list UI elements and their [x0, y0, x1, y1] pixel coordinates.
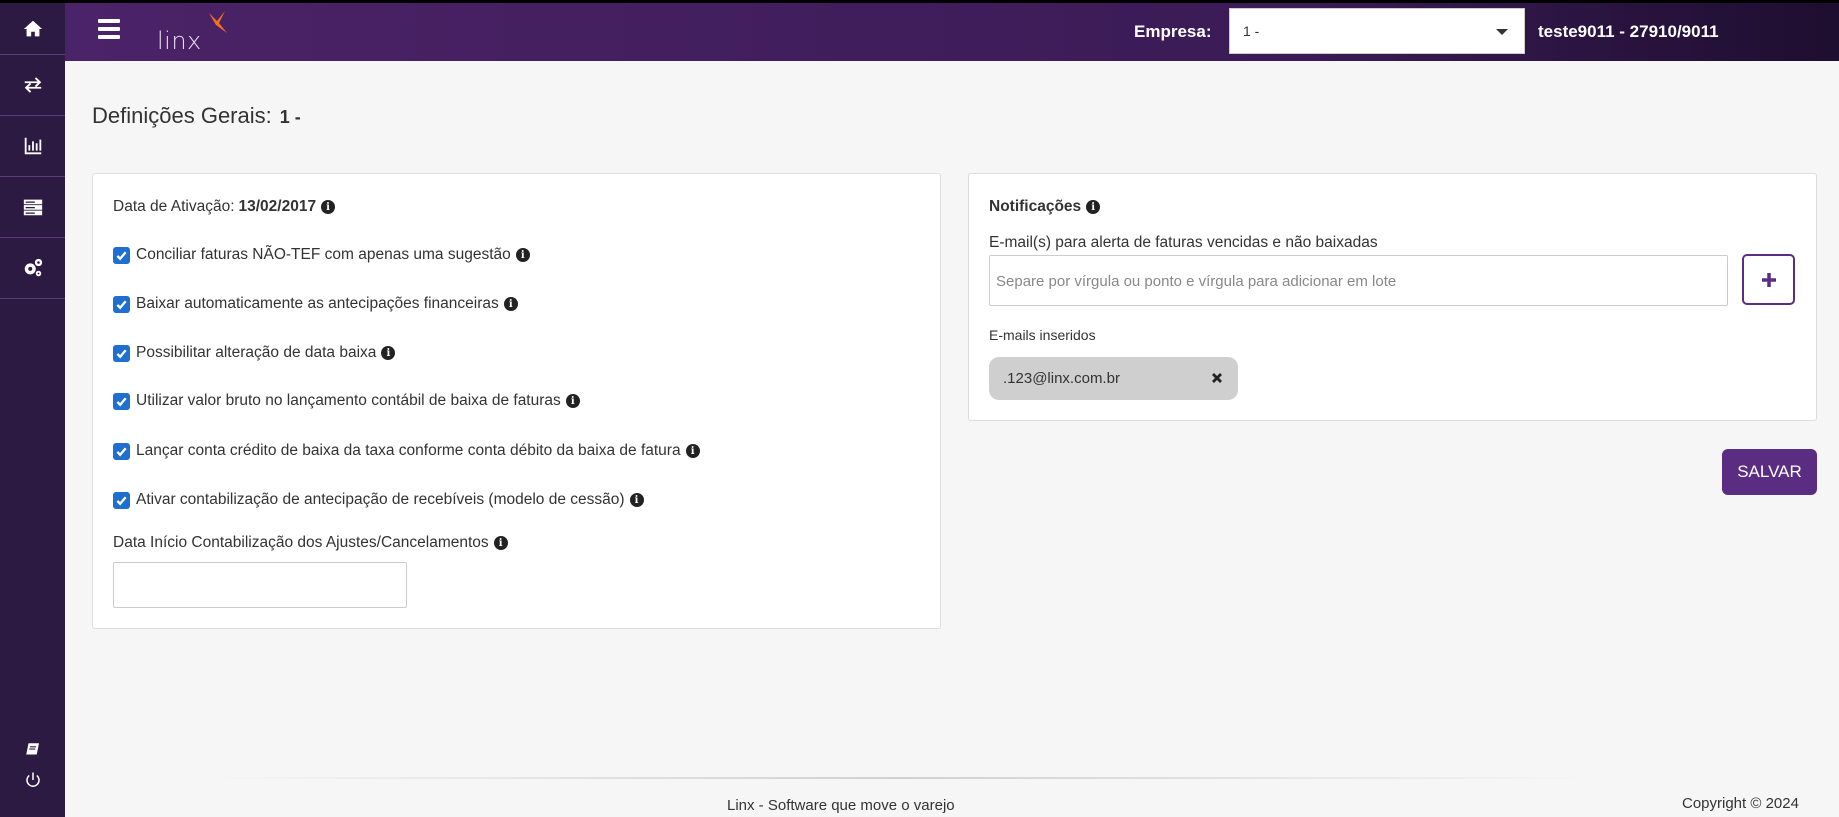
start-date-input[interactable] — [113, 562, 407, 608]
add-email-button[interactable] — [1742, 254, 1795, 305]
sidebar — [0, 0, 65, 817]
info-icon[interactable]: i — [321, 200, 336, 214]
sidebar-item-home[interactable] — [0, 3, 65, 55]
info-icon[interactable]: i — [565, 394, 580, 408]
option-row: Baixar automaticamente as antecipações f… — [113, 295, 518, 313]
empresa-label: Empresa: — [1134, 22, 1212, 41]
logo-spark-icon — [209, 11, 227, 33]
info-icon[interactable]: i — [629, 493, 644, 507]
power-icon[interactable] — [24, 771, 42, 789]
empresa-value: 1 - — [1243, 23, 1260, 39]
sidebar-bottom — [0, 741, 65, 789]
info-icon[interactable]: i — [685, 444, 700, 458]
sidebar-item-settings[interactable] — [0, 238, 65, 299]
info-icon[interactable]: i — [381, 346, 396, 360]
option-row: Conciliar faturas NÃO-TEF com apenas uma… — [113, 246, 530, 264]
general-settings-panel: Data de Ativação: 13/02/2017 i Conciliar … — [92, 173, 941, 629]
option-row: Lançar conta crédito de baixa da taxa co… — [113, 442, 700, 460]
email-field[interactable]: Separe por vírgula ou ponto e vírgula pa… — [989, 255, 1728, 306]
chart-icon — [24, 137, 41, 155]
option-checkbox[interactable] — [113, 442, 130, 460]
footer-divider — [205, 777, 1595, 779]
plus-icon — [1761, 272, 1776, 287]
server-icon — [23, 199, 42, 216]
settings-icon — [24, 258, 42, 277]
option-row: Possibilitar alteração de data baixa i — [113, 344, 396, 362]
user-label[interactable]: teste9011 - 27910/9011 — [1538, 22, 1719, 42]
option-checkbox[interactable] — [113, 491, 130, 509]
start-date-label-row: Data Início Contabilização dos Ajustes/C… — [113, 534, 508, 552]
page-title: Definições Gerais: 1 - — [92, 103, 301, 128]
info-icon[interactable]: i — [1086, 200, 1101, 214]
option-checkbox[interactable] — [113, 246, 130, 264]
book-icon[interactable] — [24, 741, 42, 759]
activation-date-row: Data de Ativação: 13/02/2017 i — [113, 198, 336, 216]
option-checkbox[interactable] — [113, 295, 130, 313]
sidebar-item-reports[interactable] — [0, 116, 65, 177]
home-icon — [23, 20, 42, 36]
info-icon[interactable]: i — [515, 248, 530, 262]
notifications-title: Notificações i — [989, 198, 1101, 216]
email-field-label: E-mail(s) para alerta de faturas vencida… — [989, 234, 1378, 251]
save-button[interactable]: SALVAR — [1722, 449, 1817, 495]
sidebar-item-server[interactable] — [0, 177, 65, 238]
transfer-icon — [24, 77, 41, 93]
info-icon[interactable]: i — [493, 536, 508, 550]
close-icon[interactable] — [1210, 371, 1224, 385]
email-chip-text: .123@linx.com.br — [1003, 370, 1120, 387]
activation-date: 13/02/2017 — [238, 198, 317, 215]
inserted-emails-label: E-mails inseridos — [989, 327, 1096, 343]
empresa-select[interactable]: 1 - — [1229, 8, 1525, 54]
email-chip: .123@linx.com.br — [989, 357, 1238, 400]
option-row: Ativar contabilização de antecipação de … — [113, 491, 644, 509]
notifications-panel: Notificações i E-mail(s) para alerta de … — [968, 173, 1817, 421]
topbar: linx Empresa: 1 - teste9011 - 27910/9011 — [65, 0, 1839, 61]
info-icon[interactable]: i — [503, 297, 518, 311]
linx-logo[interactable]: linx — [157, 7, 237, 57]
hamburger-menu-button[interactable] — [98, 19, 120, 39]
option-checkbox[interactable] — [113, 344, 130, 362]
option-row: Utilizar valor bruto no lançamento contá… — [113, 392, 580, 410]
email-field-placeholder: Separe por vírgula ou ponto e vírgula pa… — [996, 273, 1397, 290]
page-title-value: 1 - — [279, 107, 301, 127]
sidebar-item-transfers[interactable] — [0, 55, 65, 116]
option-checkbox[interactable] — [113, 392, 130, 410]
footer-copyright: Copyright © 2024 — [1682, 795, 1799, 812]
chevron-down-icon — [1496, 29, 1508, 35]
footer-tagline: Linx - Software que move o varejo — [727, 797, 955, 814]
